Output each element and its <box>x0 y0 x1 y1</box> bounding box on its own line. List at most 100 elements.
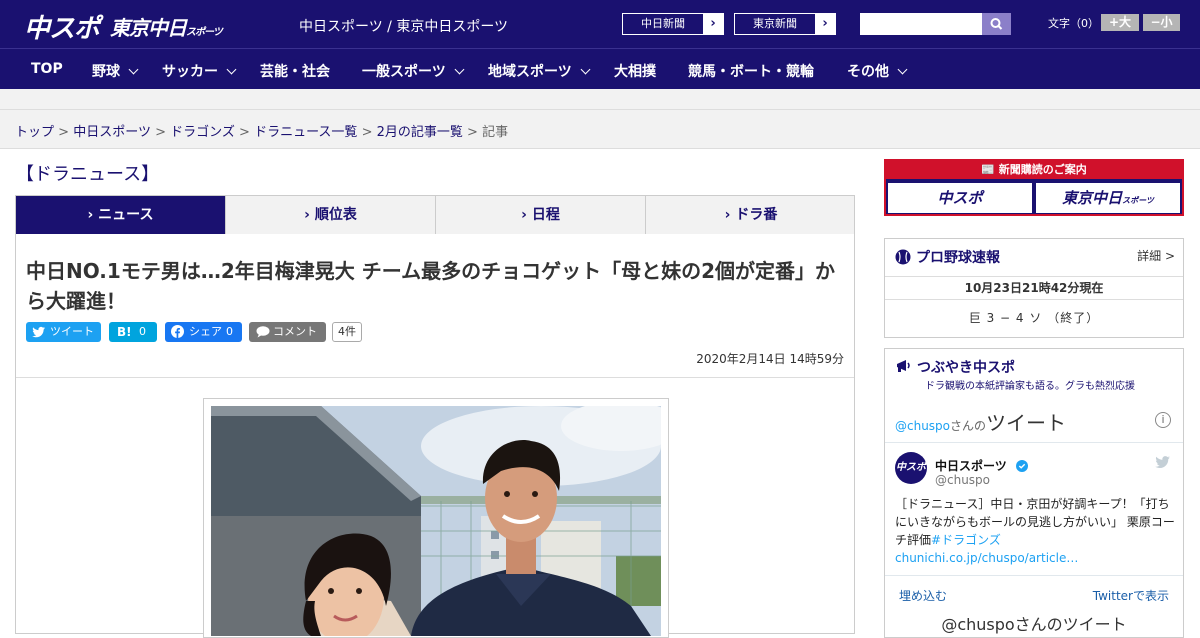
breadcrumb-separator: > <box>155 125 166 140</box>
top-header: 中スポ 東京中日スポーツ 中日スポーツ / 東京中日スポーツ 中日新聞 › 東京… <box>0 0 1200 48</box>
nav-local-sports[interactable]: 地域スポーツ <box>488 61 591 81</box>
megaphone-icon <box>897 360 910 372</box>
breadcrumb-top[interactable]: トップ <box>15 125 54 140</box>
avatar[interactable]: 中スポ <box>895 452 927 484</box>
tweet-account-handle[interactable]: @chuspo <box>935 473 990 487</box>
divider <box>885 442 1183 443</box>
breadcrumb-separator: > <box>467 125 478 140</box>
divider <box>885 575 1183 576</box>
font-larger-button[interactable]: +大 <box>1101 14 1139 31</box>
tokyo-shimbun-link[interactable]: 東京新聞 › <box>734 13 836 35</box>
facebook-share-button[interactable]: シェア 0 <box>165 322 242 342</box>
subscription-banner[interactable]: 📰 新聞購読のご案内 中スポ 東京中日スポーツ <box>884 159 1184 216</box>
chevron-right-icon: › <box>521 207 532 223</box>
nav-general-sports[interactable]: 一般スポーツ <box>362 61 465 81</box>
pro-baseball-score[interactable]: 巨 3 − 4 ソ （終了） <box>885 309 1183 326</box>
tab-schedule-label: 日程 <box>531 207 560 223</box>
breadcrumb-february-list[interactable]: 2月の記事一覧 <box>377 125 463 140</box>
article: 中日NO.1モテ男は…2年目梅津晃大 チーム最多のチョコゲット「母と妹の2個が定… <box>15 234 855 638</box>
chuspo-logo[interactable]: 中スポ <box>24 8 100 45</box>
tab-schedule[interactable]: › 日程 <box>436 196 646 234</box>
tab-news[interactable]: › ニュース <box>16 196 226 241</box>
tweet-button-label: ツイート <box>50 325 94 338</box>
nav-other[interactable]: その他 <box>847 61 908 81</box>
tweet-button[interactable]: ツイート <box>26 322 101 342</box>
pro-baseball-detail-link[interactable]: 詳細 > <box>1137 247 1175 264</box>
breadcrumb: トップ > 中日スポーツ > ドラゴンズ > ドラニュース一覧 > 2月の記事一… <box>0 110 1200 149</box>
breadcrumb-current: 記事 <box>482 125 509 140</box>
chevron-right-icon: › <box>87 207 99 223</box>
nav-racing[interactable]: 競馬・ボート・競輪 <box>688 61 814 81</box>
font-size-label: 文字（0） <box>1048 17 1099 30</box>
nav-entertainment[interactable]: 芸能・社会 <box>260 61 330 81</box>
hatena-bookmark-icon: B! <box>117 325 132 339</box>
article-photo-frame <box>203 398 669 638</box>
nav-general-sports-label: 一般スポーツ <box>362 64 446 80</box>
chuspo-subscribe-button[interactable]: 中スポ <box>888 183 1032 213</box>
tokyo-chunichi-subscribe-small: スポーツ <box>1122 196 1154 205</box>
subscription-banner-title: 📰 新聞購読のご案内 <box>886 161 1182 179</box>
tweet-account[interactable]: 中日スポーツ <box>935 455 1028 474</box>
breadcrumb-dra-news-list[interactable]: ドラニュース一覧 <box>254 125 357 140</box>
pro-baseball-updated: 10月23日21時42分現在 <box>885 276 1183 300</box>
tweet-account-name: 中日スポーツ <box>935 459 1007 473</box>
nav-top[interactable]: TOP <box>31 61 63 77</box>
tweet-widget: つぶやき中スポ ドラ観戦の本紙評論家も語る。グラも熱烈応援 @chuspoさんの… <box>884 348 1184 638</box>
sub-bar <box>0 89 1200 110</box>
article-headline: 中日NO.1モテ男は…2年目梅津晃大 チーム最多のチョコゲット「母と妹の2個が定… <box>26 259 836 313</box>
tokyo-chunichi-subscribe-button[interactable]: 東京中日スポーツ <box>1036 183 1180 213</box>
main-nav: TOP 野球 サッカー 芸能・社会 一般スポーツ 地域スポーツ 大相撲 競馬・ボ… <box>0 48 1200 89</box>
nav-baseball[interactable]: 野球 <box>92 61 139 81</box>
comment-count[interactable]: 4件 <box>332 322 362 342</box>
article-photo[interactable] <box>211 406 661 636</box>
chevron-down-icon <box>580 64 591 75</box>
nav-local-sports-label: 地域スポーツ <box>488 64 572 80</box>
view-on-twitter-link[interactable]: Twitterで表示 <box>1093 587 1169 604</box>
comment-button[interactable]: コメント <box>249 322 326 342</box>
tokyo-chunichi-logo-text: 東京中日 <box>110 16 187 40</box>
tweet-timeline-heading: ツイート <box>986 411 1067 435</box>
hatena-count: 0 <box>139 325 146 338</box>
nav-sumo-label: 大相撲 <box>614 64 656 80</box>
section-title: 【ドラニュース】 <box>16 164 160 185</box>
nav-racing-label: 競馬・ボート・競輪 <box>688 64 814 80</box>
info-icon[interactable]: i <box>1155 412 1171 428</box>
nav-other-label: その他 <box>847 64 889 80</box>
twitter-bird-icon[interactable] <box>1155 455 1171 469</box>
speech-bubble-icon <box>256 326 270 338</box>
tab-dora-ban-label: ドラ番 <box>735 207 778 223</box>
chevron-right-icon: › <box>815 14 835 34</box>
search-button[interactable] <box>982 13 1011 35</box>
chunichi-shimbun-label: 中日新聞 <box>641 17 685 30</box>
verified-badge-icon <box>1015 459 1028 472</box>
tab-dora-ban[interactable]: › ドラ番 <box>646 196 856 234</box>
breadcrumb-chunichi-sports[interactable]: 中日スポーツ <box>73 125 151 140</box>
tab-standings-label: 順位表 <box>314 207 357 223</box>
embed-link[interactable]: 埋め込む <box>899 587 947 604</box>
chevron-right-icon: › <box>703 14 723 34</box>
twitter-profile-footer-link[interactable]: @chuspoさんのツイート <box>885 611 1183 635</box>
breadcrumb-dragons[interactable]: ドラゴンズ <box>170 125 235 140</box>
nav-sumo[interactable]: 大相撲 <box>614 61 656 81</box>
site-tagline[interactable]: 中日スポーツ / 東京中日スポーツ <box>299 16 508 36</box>
chevron-right-icon: › <box>724 207 736 223</box>
chevron-down-icon <box>897 64 908 75</box>
chevron-right-icon: › <box>304 207 315 223</box>
facebook-share-label: シェア <box>189 325 222 338</box>
chevron-down-icon <box>226 64 237 75</box>
baseball-icon <box>895 249 911 265</box>
nav-soccer[interactable]: サッカー <box>162 61 237 81</box>
subscription-banner-title-text: 新聞購読のご案内 <box>998 163 1087 176</box>
twitter-handle-link[interactable]: @chuspo <box>895 419 950 433</box>
font-smaller-button[interactable]: −小 <box>1143 14 1180 31</box>
chunichi-shimbun-link[interactable]: 中日新聞 › <box>622 13 724 35</box>
search-input[interactable] <box>860 13 982 35</box>
newspaper-icon: 📰 <box>981 163 999 176</box>
nav-entertainment-label: 芸能・社会 <box>260 64 330 80</box>
breadcrumb-separator: > <box>58 125 70 140</box>
hatena-bookmark-button[interactable]: B! 0 <box>109 322 157 342</box>
tab-standings[interactable]: › 順位表 <box>226 196 436 234</box>
tweet-widget-title: つぶやき中スポ <box>917 360 1015 376</box>
tokyo-chunichi-logo-small: スポーツ <box>186 27 223 38</box>
tokyo-chunichi-logo[interactable]: 東京中日スポーツ <box>110 12 223 41</box>
